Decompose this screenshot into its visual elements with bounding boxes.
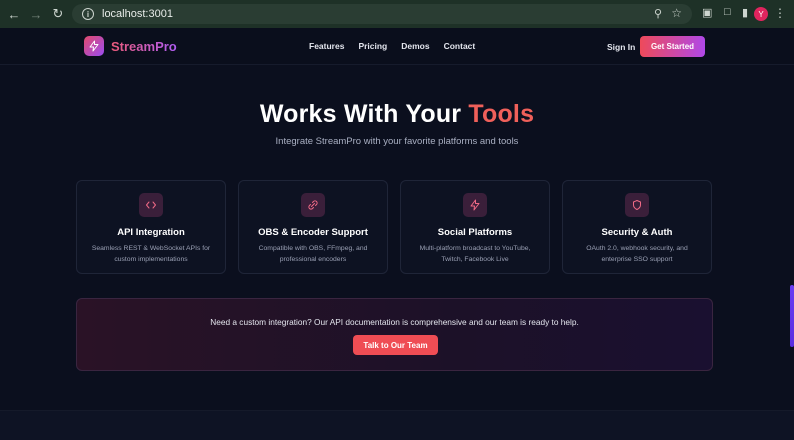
- forward-arrow-icon[interactable]: →: [28, 6, 44, 22]
- logo-text: StreamPro: [111, 38, 177, 54]
- camera-extension-icon[interactable]: ▣: [702, 6, 712, 19]
- lightning-logo-icon: [84, 36, 104, 56]
- get-started-button[interactable]: Get Started: [640, 36, 705, 57]
- card-title: OBS & Encoder Support: [258, 227, 368, 238]
- nav-demos[interactable]: Demos: [401, 41, 429, 51]
- extensions-puzzle-icon[interactable]: □: [724, 6, 731, 18]
- card-description: OAuth 2.0, webhook security, and enterpr…: [586, 245, 688, 263]
- scroll-indicator[interactable]: [790, 285, 794, 347]
- link-icon: [301, 193, 325, 217]
- bookmark-star-icon[interactable]: ☆: [671, 6, 682, 20]
- site-header: StreamPro Features Pricing Demos Contact…: [0, 28, 794, 65]
- site-info-icon[interactable]: i: [82, 8, 94, 20]
- card-api-integration: API Integration Seamless REST & WebSocke…: [76, 180, 226, 274]
- card-obs-encoder: OBS & Encoder Support Compatible with OB…: [238, 180, 388, 274]
- card-social-platforms: Social Platforms Multi-platform broadcas…: [400, 180, 550, 274]
- address-bar[interactable]: i localhost:3001 ⚲ ☆: [72, 4, 692, 24]
- next-section-edge: [0, 410, 794, 440]
- profile-avatar[interactable]: Y: [754, 7, 768, 21]
- custom-integration-cta: Need a custom integration? Our API docum…: [76, 298, 713, 371]
- title-accent: Tools: [468, 100, 535, 128]
- section-title: Works With Your Tools: [0, 100, 794, 129]
- title-main: Works With Your: [259, 100, 462, 128]
- card-description: Compatible with OBS, FFmpeg, and profess…: [258, 245, 368, 263]
- cta-text: Need a custom integration? Our API docum…: [210, 317, 579, 327]
- code-icon: [139, 193, 163, 217]
- nav-pricing[interactable]: Pricing: [358, 41, 387, 51]
- card-title: API Integration: [117, 227, 185, 238]
- card-title: Social Platforms: [437, 227, 513, 238]
- reload-icon[interactable]: ↻: [50, 6, 66, 22]
- kebab-menu-icon[interactable]: ⋮: [774, 6, 786, 20]
- card-title: Security & Auth: [601, 227, 673, 238]
- section-subtitle: Integrate StreamPro with your favorite p…: [275, 136, 519, 147]
- side-panel-icon[interactable]: ▮: [742, 6, 748, 19]
- main-nav: Features Pricing Demos Contact: [309, 41, 475, 51]
- browser-toolbar: ← → ↻ i localhost:3001 ⚲ ☆ ▣ □ ▮ Y ⋮: [0, 0, 794, 28]
- card-description: Seamless REST & WebSocket APIs for custo…: [91, 245, 211, 263]
- back-arrow-icon[interactable]: ←: [6, 6, 22, 22]
- nav-contact[interactable]: Contact: [444, 41, 476, 51]
- card-security-auth: Security & Auth OAuth 2.0, webhook secur…: [562, 180, 712, 274]
- nav-features[interactable]: Features: [309, 41, 344, 51]
- shield-icon: [625, 193, 649, 217]
- lightning-icon: [463, 193, 487, 217]
- talk-to-team-button[interactable]: Talk to Our Team: [353, 335, 438, 355]
- sign-in-link[interactable]: Sign In: [607, 42, 635, 52]
- logo[interactable]: StreamPro: [84, 36, 177, 56]
- zoom-icon[interactable]: ⚲: [654, 7, 662, 20]
- url-text[interactable]: localhost:3001: [102, 8, 173, 20]
- card-description: Multi-platform broadcast to YouTube, Twi…: [419, 245, 531, 263]
- integration-cards: API Integration Seamless REST & WebSocke…: [76, 180, 713, 274]
